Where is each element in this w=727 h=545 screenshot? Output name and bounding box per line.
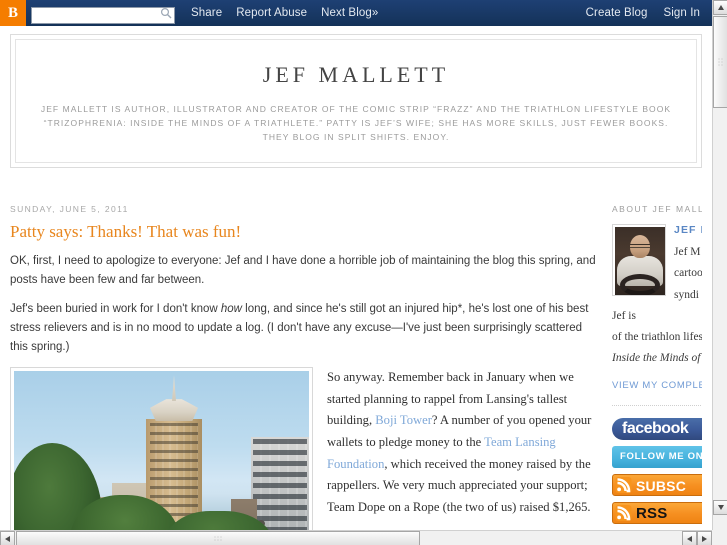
sidebar-inner: ABOUT JEF MALL JEF M Jef M cartoo syndi [612,204,702,531]
rss-badge[interactable]: RSS [612,501,702,524]
navbar-links: Share Report Abuse Next Blog» [191,7,378,19]
vertical-scroll-thumb[interactable] [713,16,727,108]
rss-badge-label: RSS [636,504,668,522]
avatar-steering-wheel [620,274,660,295]
post-paragraph-1: OK, first, I need to apologize to everyo… [10,255,596,286]
scroll-right-button-a[interactable] [682,531,697,545]
rss-subscribe-label: SUBSC [636,477,687,494]
navbar-link-create-blog[interactable]: Create Blog [586,7,648,19]
post-title[interactable]: Patty says: Thanks! That was fun! [10,222,598,242]
photo-building-right-windows [253,439,307,531]
post-body-flow: So anyway. Remember back in January when… [10,367,598,531]
post-paragraph-2: Jef's been buried in work for I don't kn… [10,300,598,356]
horizontal-scrollbar[interactable] [0,530,727,545]
browser-viewport: B Share Report Abuse Next Blog» Create B… [0,0,727,545]
navbar-search-wrapper [31,5,175,24]
chevron-up-icon [717,5,724,10]
view-complete-profile-link[interactable]: VIEW MY COMPLETE [612,380,702,391]
vertical-scrollbar[interactable] [712,0,727,530]
scroll-down-button[interactable] [713,500,727,515]
blogger-navbar: B Share Report Abuse Next Blog» Create B… [0,0,712,26]
scrollbar-corner [712,530,727,545]
rss-subscribe-badge[interactable]: SUBSC [612,473,702,496]
photo-building-right [251,437,309,531]
twitter-badge-label: FOLLOW ME ON [620,450,702,462]
post-p2-emphasis: how [220,303,242,316]
navbar-link-share[interactable]: Share [191,7,222,19]
blog-description: JEF MALLETT IS AUTHOR, ILLUSTRATOR AND C… [40,104,672,143]
navbar-right-links: Create Blog Sign In [586,7,706,19]
chevron-left-icon [5,535,10,542]
post-date: SUNDAY, JUNE 5, 2011 [10,204,129,214]
blog-title: JEF MALLETT [262,62,450,87]
facebook-badge[interactable]: facebook [612,417,702,440]
chevron-right-icon [702,535,707,542]
avatar-image [615,227,665,295]
page-outer-frame: JEF MALLETT JEF MALLETT IS AUTHOR, ILLUS… [10,34,702,169]
sidebar-profile-line-5: of the triathlon lifest [612,331,702,344]
blogger-logo-glyph: B [7,4,18,21]
boji-tower-photo[interactable] [14,371,309,531]
avatar[interactable] [612,224,666,296]
horizontal-scroll-thumb[interactable] [16,531,420,545]
scroll-thumb-grip-icon [717,57,724,67]
chevron-left-icon [687,535,692,542]
post-photo-frame[interactable] [10,367,313,531]
navbar-link-report-abuse[interactable]: Report Abuse [236,7,307,19]
link-boji-tower[interactable]: Boji Tower [375,413,432,427]
scroll-left-button[interactable] [0,531,15,545]
sidebar-divider [612,404,702,406]
photo-tower-spire [172,375,176,402]
rss-icon [615,476,632,493]
sidebar-about-title: ABOUT JEF MALL [612,204,702,214]
sidebar-profile-book-title: Inside the Minds of [612,352,701,365]
sidebar: ABOUT JEF MALL JEF M Jef M cartoo syndi [612,198,702,531]
blog-header: JEF MALLETT JEF MALLETT IS AUTHOR, ILLUS… [15,39,697,164]
navbar-link-sign-in[interactable]: Sign In [663,7,700,19]
search-input[interactable] [31,6,175,24]
twitter-follow-badge[interactable]: FOLLOW ME ON [612,445,702,468]
blogger-logo-icon[interactable]: B [0,0,26,26]
content-columns: SUNDAY, JUNE 5, 2011 Patty says: Thanks!… [0,198,712,531]
scroll-right-button[interactable] [697,531,712,545]
main-column: SUNDAY, JUNE 5, 2011 Patty says: Thanks!… [0,198,612,531]
photo-tower-crown [150,399,198,422]
scroll-up-button[interactable] [713,0,727,15]
sidebar-profile-line-6: Inside the Minds of [612,348,702,369]
sidebar-profile-line-4: Jef is [612,309,636,322]
post-p2-part-a: Jef's been buried in work for I don't kn… [10,303,221,316]
rss-icon [615,504,632,521]
blog-page: JEF MALLETT JEF MALLETT IS AUTHOR, ILLUS… [0,26,712,531]
facebook-badge-label: facebook [622,419,689,437]
navbar-link-next-blog[interactable]: Next Blog» [321,7,378,19]
chevron-down-icon [717,505,724,510]
avatar-glasses [630,244,650,248]
scroll-thumb-grip-icon [213,535,223,542]
